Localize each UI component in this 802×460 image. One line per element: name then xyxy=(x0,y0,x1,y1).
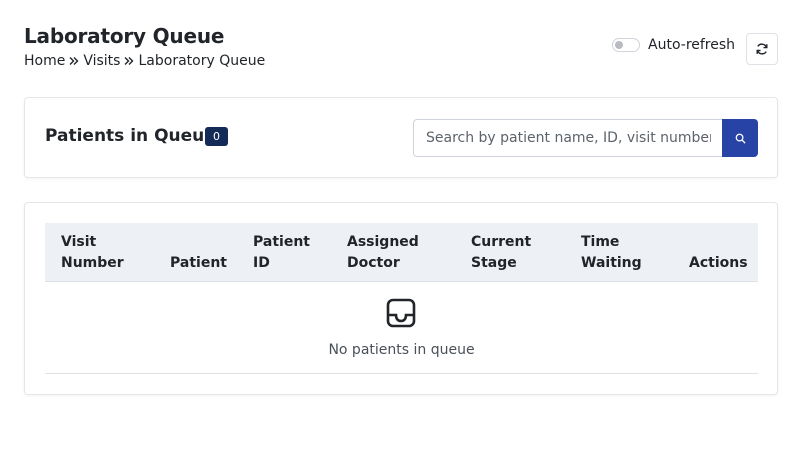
col-patient-id-line1: Patient xyxy=(253,234,310,250)
auto-refresh-toggle[interactable]: Auto-refresh xyxy=(612,37,735,53)
col-patient-id[interactable]: Patient ID xyxy=(253,232,310,274)
search-input[interactable] xyxy=(413,119,723,157)
breadcrumb: Home Visits Laboratory Queue xyxy=(24,53,265,69)
queue-count-badge: 0 xyxy=(205,127,228,146)
queue-card: Patients in Queue 0 xyxy=(24,97,778,178)
chevron-double-right-icon xyxy=(120,56,138,66)
col-current-stage-line1: Current xyxy=(471,234,532,250)
table-header: Visit Number Patient Patient ID Assigned… xyxy=(45,223,758,282)
refresh-button[interactable] xyxy=(746,33,778,65)
chevron-double-right-icon xyxy=(65,56,83,66)
toggle-knob xyxy=(615,41,623,49)
col-patient-id-line2: ID xyxy=(253,255,270,271)
col-assigned-doctor-line1: Assigned xyxy=(347,234,419,250)
col-time-waiting[interactable]: Time Waiting xyxy=(581,232,642,274)
col-visit-number-line2: Number xyxy=(61,255,124,271)
breadcrumb-home[interactable]: Home xyxy=(24,53,65,69)
col-time-waiting-line1: Time xyxy=(581,234,620,250)
col-current-stage-line2: Stage xyxy=(471,255,517,271)
queue-title: Patients in Queue xyxy=(45,126,216,146)
page: Laboratory Queue Home Visits Laboratory … xyxy=(0,0,802,460)
inbox-icon xyxy=(386,298,416,328)
col-visit-number-line1: Visit xyxy=(61,234,97,250)
empty-state: No patients in queue xyxy=(45,282,758,374)
col-assigned-doctor-line2: Doctor xyxy=(347,255,400,271)
breadcrumb-current: Laboratory Queue xyxy=(138,53,266,69)
auto-refresh-label: Auto-refresh xyxy=(648,37,736,53)
queue-table-card: Visit Number Patient Patient ID Assigned… xyxy=(24,202,778,395)
breadcrumb-visits[interactable]: Visits xyxy=(83,53,120,69)
col-time-waiting-line2: Waiting xyxy=(581,255,642,271)
col-patient[interactable]: Patient xyxy=(170,253,227,274)
search-button[interactable] xyxy=(722,119,758,157)
col-current-stage[interactable]: Current Stage xyxy=(471,232,531,274)
toggle-switch[interactable] xyxy=(612,38,640,52)
search-icon xyxy=(735,133,746,144)
page-title: Laboratory Queue xyxy=(24,24,225,48)
col-assigned-doctor[interactable]: Assigned Doctor xyxy=(347,232,419,274)
col-visit-number[interactable]: Visit Number xyxy=(61,232,124,274)
empty-message: No patients in queue xyxy=(328,342,475,358)
refresh-icon xyxy=(756,43,768,55)
col-actions: Actions xyxy=(689,255,748,271)
